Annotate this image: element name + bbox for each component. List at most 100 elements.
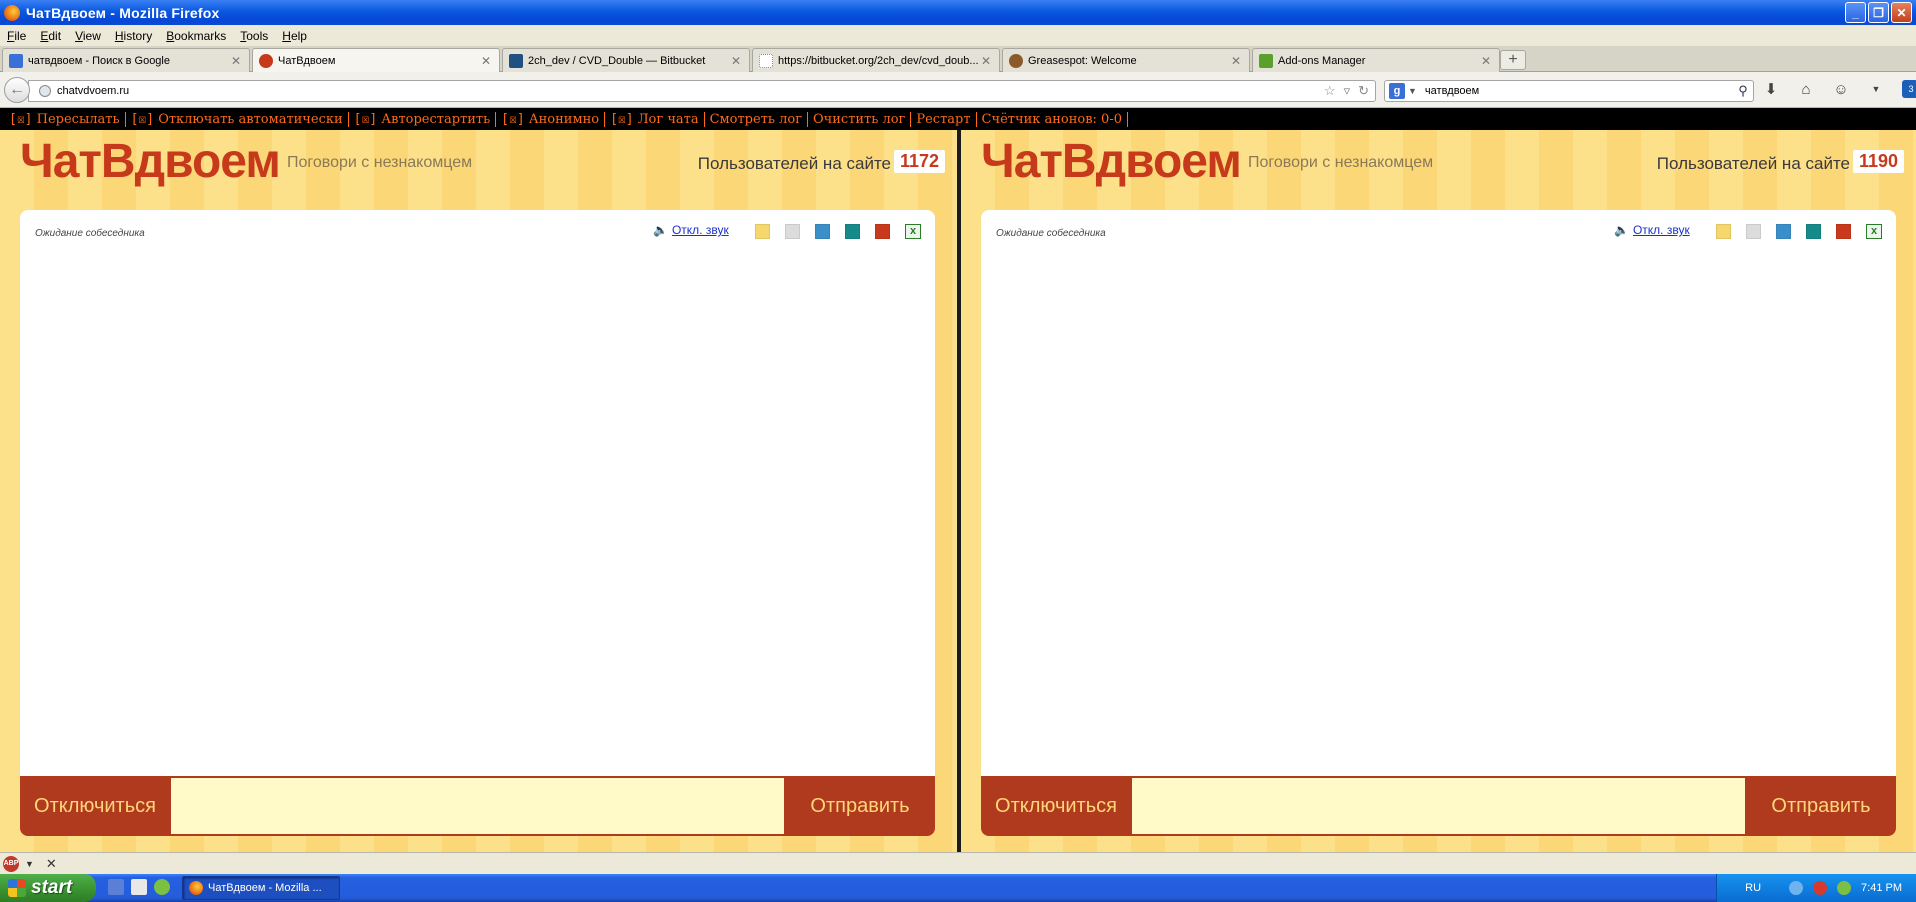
start-button[interactable]: start <box>0 874 96 902</box>
tab-label: Greasespot: Welcome <box>1028 54 1137 67</box>
checkbox-icon[interactable]: [☒] <box>9 112 32 127</box>
tab-addons-manager[interactable]: Add-ons Manager ✕ <box>1252 48 1500 72</box>
tab-greasespot[interactable]: Greasespot: Welcome ✕ <box>1002 48 1250 72</box>
message-input[interactable] <box>171 778 784 834</box>
tab-bitbucket-url[interactable]: https://bitbucket.org/2ch_dev/cvd_doub..… <box>752 48 1000 72</box>
theme-swatch-red[interactable] <box>1836 224 1851 239</box>
utorrent-tray-icon[interactable] <box>1837 881 1852 895</box>
tab-bitbucket-repo[interactable]: 2ch_dev / CVD_Double — Bitbucket ✕ <box>502 48 750 72</box>
tab-close-icon[interactable]: ✕ <box>229 54 243 68</box>
theme-swatch-yellow[interactable] <box>1716 224 1731 239</box>
taskbar-firefox-window[interactable]: ЧатВдвоем - Mozilla ... <box>182 876 340 900</box>
history-dropdown-icon[interactable]: ▿ <box>1344 83 1351 99</box>
excel-export-icon[interactable]: x <box>905 224 921 239</box>
script-option-5[interactable]: Смотреть лог <box>705 111 808 127</box>
adblock-icon[interactable]: ABP <box>3 855 19 872</box>
menu-edit[interactable]: Edit <box>33 29 68 43</box>
script-option-1[interactable]: [☒] Отключать автоматически <box>126 111 349 127</box>
url-text[interactable]: chatvdvoem.ru <box>57 85 1324 97</box>
tab-label: чатвдвоем - Поиск в Google <box>28 54 170 67</box>
search-bar[interactable]: g ▼ чатвдвоем ⚲ <box>1384 80 1754 102</box>
send-button[interactable]: Отправить <box>785 776 935 836</box>
url-bar[interactable]: chatvdvoem.ru ☆ ▿ ↻ <box>28 80 1376 102</box>
tab-close-icon[interactable]: ✕ <box>729 54 743 68</box>
script-option-label: Авторестартить <box>381 111 491 127</box>
tab-close-icon[interactable]: ✕ <box>1479 54 1493 68</box>
script-option-2[interactable]: [☒] Авторестартить <box>349 111 497 127</box>
script-option-3[interactable]: [☒] Анонимно <box>496 111 606 127</box>
minimize-button[interactable]: _ <box>1845 2 1866 23</box>
theme-swatch-blue[interactable] <box>815 224 830 239</box>
bookmark-star-icon[interactable]: ☆ <box>1324 83 1336 99</box>
reload-icon[interactable]: ↻ <box>1358 83 1369 99</box>
tab-google-search[interactable]: чатвдвоем - Поиск в Google ✕ <box>2 48 250 72</box>
disconnect-button[interactable]: Отключиться <box>20 776 170 836</box>
mute-sound-link[interactable]: Откл. звук <box>1633 223 1690 237</box>
network-icon[interactable] <box>1789 881 1804 895</box>
script-option-8[interactable]: Счётчик анонов: 0-0 <box>977 111 1128 127</box>
menu-bookmarks[interactable]: Bookmarks <box>159 29 233 43</box>
utorrent-icon[interactable] <box>154 879 170 895</box>
theme-swatch-gray[interactable] <box>1746 224 1761 239</box>
menu-history[interactable]: History <box>108 29 159 43</box>
script-option-label: Рестарт <box>916 111 971 127</box>
search-engine-dropdown-icon[interactable]: ▼ <box>1408 86 1417 96</box>
menu-view[interactable]: View <box>68 29 108 43</box>
checkbox-icon[interactable]: [☒] <box>610 112 633 127</box>
close-button[interactable]: ✕ <box>1891 2 1912 23</box>
message-input[interactable] <box>1132 778 1745 834</box>
script-option-6[interactable]: Очистить лог <box>808 111 912 127</box>
notepad-icon[interactable] <box>131 879 147 895</box>
online-users-count: 1172 <box>893 150 945 173</box>
theme-swatch-gray[interactable] <box>785 224 800 239</box>
checkbox-icon[interactable]: [☒] <box>131 112 154 127</box>
menu-file[interactable]: File <box>0 29 33 43</box>
status-text: Ожидание собеседника <box>35 228 145 239</box>
show-desktop-icon[interactable] <box>108 879 124 895</box>
script-option-0[interactable]: [☒] Пересылать <box>4 111 126 127</box>
google-search-engine-icon[interactable]: g <box>1389 83 1405 99</box>
menu-tools[interactable]: Tools <box>233 29 275 43</box>
site-logo[interactable]: ЧатВдвоем <box>20 134 281 189</box>
mute-sound-link[interactable]: Откл. звук <box>672 223 729 237</box>
theme-swatches: x <box>755 224 921 239</box>
adblock-dropdown-icon[interactable]: ▼ <box>25 859 34 869</box>
tab-close-icon[interactable]: ✕ <box>1229 54 1243 68</box>
script-option-4[interactable]: [☒] Лог чата <box>605 111 705 127</box>
tab-close-icon[interactable]: ✕ <box>979 54 993 68</box>
script-option-7[interactable]: Рестарт <box>911 111 977 127</box>
menu-help[interactable]: Help <box>275 29 314 43</box>
site-logo[interactable]: ЧатВдвоем <box>981 134 1242 189</box>
notification-badge-icon[interactable]: 3 <box>1902 80 1916 98</box>
checkbox-icon[interactable]: [☒] <box>501 112 524 127</box>
language-indicator[interactable]: RU <box>1745 882 1761 894</box>
theme-swatch-teal[interactable] <box>1806 224 1821 239</box>
window-titlebar[interactable]: ЧатВдвоем - Mozilla Firefox _ ❐ ✕ <box>0 0 1916 25</box>
close-addon-bar-icon[interactable]: ✕ <box>46 856 57 872</box>
page-content: ЧатВдвоем Поговори с незнакомцем Пользов… <box>0 130 1916 852</box>
home-icon[interactable]: ⌂ <box>1797 81 1815 98</box>
search-input[interactable]: чатвдвоем <box>1425 85 1733 97</box>
search-icon[interactable]: ⚲ <box>1733 83 1753 99</box>
new-tab-button[interactable]: + <box>1500 50 1526 70</box>
back-button[interactable]: ← <box>4 77 30 103</box>
theme-swatch-red[interactable] <box>875 224 890 239</box>
chat-bubble-icon <box>259 54 273 68</box>
maximize-button[interactable]: ❐ <box>1868 2 1889 23</box>
disconnect-button[interactable]: Отключиться <box>981 776 1131 836</box>
theme-swatch-blue[interactable] <box>1776 224 1791 239</box>
excel-export-icon[interactable]: x <box>1866 224 1882 239</box>
download-icon[interactable]: ⬇ <box>1762 80 1780 98</box>
antivirus-icon[interactable] <box>1813 881 1828 895</box>
status-text: Ожидание собеседника <box>996 228 1106 239</box>
dropdown-icon[interactable]: ▼ <box>1867 84 1885 94</box>
greasemonkey-toolbar-icon[interactable]: ☺ <box>1832 81 1850 98</box>
theme-swatch-teal[interactable] <box>845 224 860 239</box>
tab-chatvdvoem[interactable]: ЧатВдвоем ✕ <box>252 48 500 73</box>
checkbox-icon[interactable]: [☒] <box>354 112 377 127</box>
tab-label: ЧатВдвоем <box>278 55 336 67</box>
theme-swatch-yellow[interactable] <box>755 224 770 239</box>
tab-close-icon[interactable]: ✕ <box>479 54 493 68</box>
site-tagline: Поговори с незнакомцем <box>287 154 473 171</box>
send-button[interactable]: Отправить <box>1746 776 1896 836</box>
